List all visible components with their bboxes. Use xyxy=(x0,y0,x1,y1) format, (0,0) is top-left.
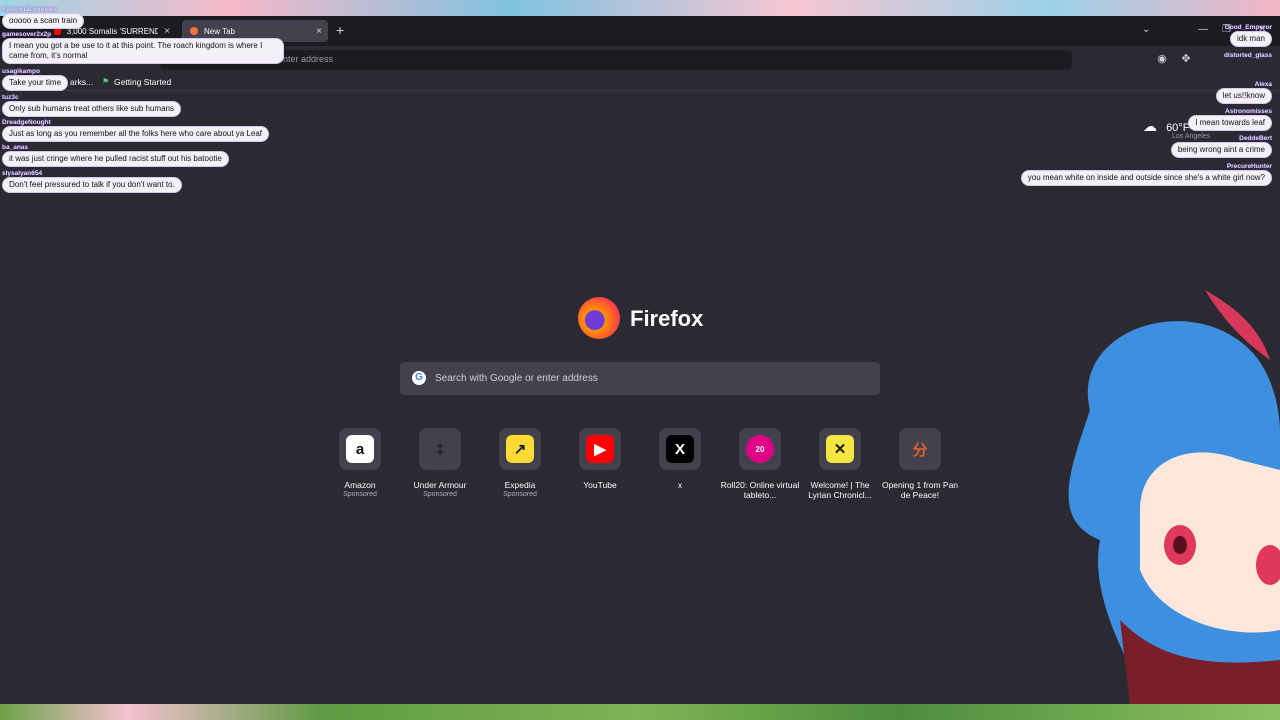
chat-message: ba_anas it was just cringe where he pull… xyxy=(2,144,229,167)
top-site-label: YouTube xyxy=(583,480,617,490)
url-placeholder: enter address xyxy=(278,54,334,64)
close-tab-icon[interactable]: × xyxy=(310,26,328,37)
chat-message: usagikampo Take your time xyxy=(2,68,69,91)
chat-message: gamesover2x2p I mean you got a be use to… xyxy=(2,31,284,64)
chat-message: slysalyan654 Don't feel pressured to tal… xyxy=(2,170,182,193)
google-icon: G xyxy=(412,371,426,385)
chat-username: Good_Emperor xyxy=(1224,24,1272,31)
bookmark-item[interactable]: arks... xyxy=(70,77,93,87)
chat-username: ba_anas xyxy=(2,144,29,151)
chat-text: idk man xyxy=(1229,31,1272,47)
swords-icon: ✕ xyxy=(826,435,854,463)
chat-message: Good_Emperor idk man xyxy=(1225,24,1272,47)
weather-location: Los Angeles xyxy=(1172,133,1211,140)
chat-text: I mean towards leaf xyxy=(1188,115,1272,131)
chat-text: it was just cringe where he pulled racis… xyxy=(2,151,229,167)
top-site-tile: a xyxy=(339,428,381,470)
firefox-logo-icon xyxy=(578,297,620,339)
chat-message: tuz3c Only sub humans treat others like … xyxy=(2,94,181,117)
extensions-icon[interactable]: ✥ xyxy=(1180,53,1192,65)
amazon-icon: a xyxy=(346,435,374,463)
weather-widget[interactable]: ☁ 60°F Los Angeles xyxy=(1143,118,1210,140)
bookmarks-bar xyxy=(0,74,1280,91)
chat-text: being wrong aint a crime xyxy=(1170,142,1272,158)
expedia-icon: ↗ xyxy=(506,435,534,463)
url-bar[interactable]: enter address xyxy=(160,50,1072,70)
chat-username: KalopsiaLoveless xyxy=(2,6,57,13)
stream-background-top xyxy=(0,0,1280,16)
sponsored-label: Sponsored xyxy=(503,491,537,498)
chat-text: let us!!know xyxy=(1215,88,1272,104)
under-armour-icon: ‡ xyxy=(426,435,454,463)
top-site-amazon[interactable]: a Amazon Sponsored xyxy=(320,428,400,500)
chat-text: you mean white on inside and outside sin… xyxy=(1020,170,1272,186)
chat-message: distorted_glass xyxy=(1224,52,1272,59)
top-site-tile: ↗ xyxy=(499,428,541,470)
top-site-youtube[interactable]: ▶ YouTube xyxy=(560,428,640,490)
chat-text: Just as long as you remember all the fol… xyxy=(2,126,270,142)
search-box[interactable]: G Search with Google or enter address xyxy=(400,362,880,395)
top-site-label: Amazon xyxy=(344,480,376,490)
top-site-expedia[interactable]: ↗ Expedia Sponsored xyxy=(480,428,560,500)
top-site-tile: 分 xyxy=(899,428,941,470)
top-site-under-armour[interactable]: ‡ Under Armour Sponsored xyxy=(400,428,480,500)
chat-text: Only sub humans treat others like sub hu… xyxy=(2,101,181,117)
top-site-tile: X xyxy=(659,428,701,470)
top-site-label: Opening 1 from Pan de Peace! xyxy=(881,480,959,500)
top-site-tile: 20 xyxy=(739,428,781,470)
chat-username: Alexa xyxy=(1254,81,1272,88)
stream-background-bottom xyxy=(0,704,1280,720)
bookmark-icon: ⚑ xyxy=(102,77,110,86)
chat-message: KalopsiaLoveless ooooo a scam train xyxy=(2,6,85,29)
chat-message: PrecureHunter you mean white on inside a… xyxy=(1020,163,1272,186)
roll20-icon: 20 xyxy=(746,435,774,463)
new-tab-icon[interactable]: + xyxy=(336,22,344,38)
top-site-roll20[interactable]: 20 Roll20: Online virtual tableto... xyxy=(720,428,800,500)
youtube-icon: ▶ xyxy=(586,435,614,463)
chat-message: Astronomisses I mean towards leaf xyxy=(1188,108,1272,131)
chat-text: Don't feel pressured to talk if you don'… xyxy=(2,177,182,193)
chat-username: distorted_glass xyxy=(1223,52,1272,59)
sponsored-label: Sponsored xyxy=(423,491,457,498)
x-icon: X xyxy=(666,435,694,463)
tab-list-icon[interactable]: ⌄ xyxy=(1142,24,1150,35)
top-site-tile: ‡ xyxy=(419,428,461,470)
chat-username: slysalyan654 xyxy=(2,170,43,177)
vtuber-avatar xyxy=(1068,290,1280,704)
chat-message: DreadgeNought Just as long as you rememb… xyxy=(2,119,270,142)
top-site-label: Under Armour xyxy=(413,480,467,490)
top-site-lyrian-chronicles[interactable]: ✕ Welcome! | The Lyrian Chronicl... xyxy=(800,428,880,500)
account-icon[interactable]: ◉ xyxy=(1156,53,1168,65)
bookmark-getting-started[interactable]: Getting Started xyxy=(114,77,171,87)
chat-username: gamesover2x2p xyxy=(2,31,52,38)
top-site-x[interactable]: X x xyxy=(640,428,720,490)
chat-text: I mean you got a be use to it at this po… xyxy=(2,38,284,64)
chat-username: Astronomisses xyxy=(1225,108,1272,115)
top-site-tile: ✕ xyxy=(819,428,861,470)
chat-text: Take your time xyxy=(2,75,69,91)
cloud-icon: ☁ xyxy=(1143,118,1157,134)
chat-username: usagikampo xyxy=(2,68,40,75)
chat-username: DreadgeNought xyxy=(2,119,51,126)
chat-text: ooooo a scam train xyxy=(2,13,85,29)
top-site-label: Welcome! | The Lyrian Chronicl... xyxy=(808,480,872,500)
search-placeholder: Search with Google or enter address xyxy=(435,373,598,384)
brand-name: Firefox xyxy=(630,306,704,331)
pan-de-peace-icon: 分 xyxy=(906,435,934,463)
top-site-label: Expedia xyxy=(504,480,536,490)
minimize-icon[interactable]: — xyxy=(1198,24,1208,35)
chat-username: tuz3c xyxy=(2,94,19,101)
top-site-tile: ▶ xyxy=(579,428,621,470)
top-site-label: x xyxy=(677,480,683,490)
top-site-label: Roll20: Online virtual tableto... xyxy=(720,480,800,500)
chat-message: Alexa let us!!know xyxy=(1215,81,1272,104)
chat-username: PrecureHunter xyxy=(1226,163,1272,170)
sponsored-label: Sponsored xyxy=(343,491,377,498)
top-site-pan-de-peace[interactable]: 分 Opening 1 from Pan de Peace! xyxy=(880,428,960,500)
